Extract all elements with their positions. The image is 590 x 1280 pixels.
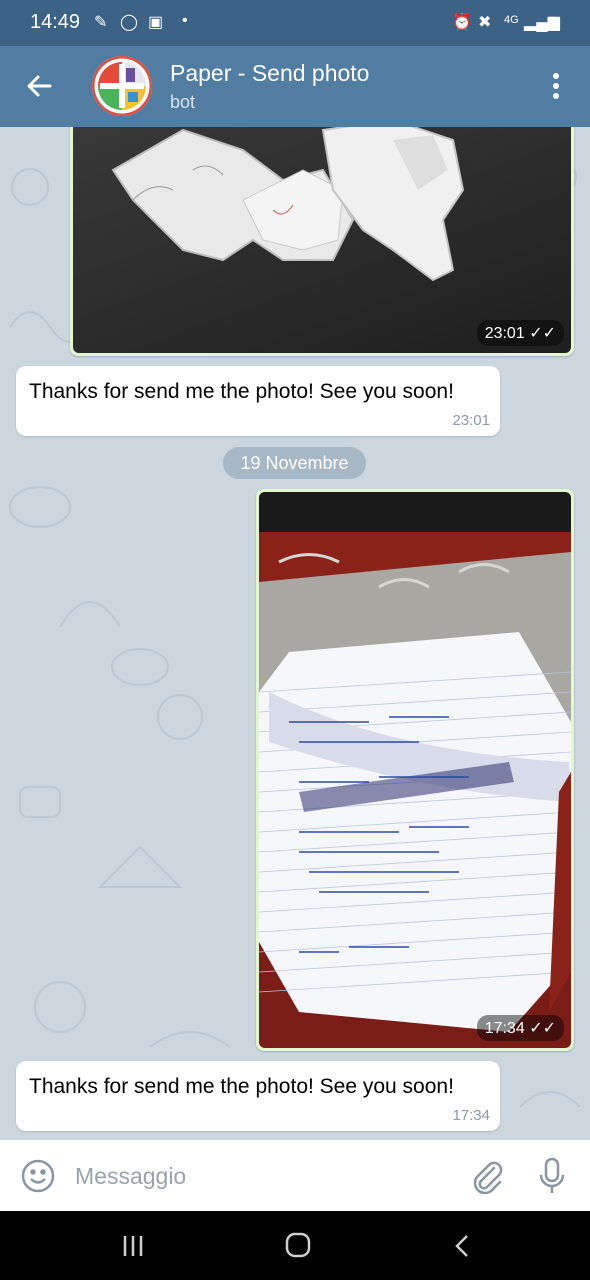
double-check-icon: ✓✓ [529,1020,556,1037]
incoming-message[interactable]: Thanks for send me the photo! See you so… [16,1061,500,1131]
chat-subtitle: bot [170,92,196,112]
home-button[interactable] [282,1229,314,1261]
status-bar: 14:49 ✎ ◯ ▣ • ⏰ ✖ 4G ▂▄▆ ▮ [0,0,590,46]
home-icon [285,1232,311,1258]
signal-hand-icon: ✎ [94,14,108,31]
emoji-button[interactable] [20,1158,56,1194]
message-input[interactable]: Messaggio [75,1163,186,1190]
message-timestamp: 17:34 [452,1107,490,1124]
back-nav-icon [455,1235,468,1257]
whatsapp-icon: ◯ [120,14,138,31]
double-check-icon: ✓✓ [529,325,556,342]
arrow-left-icon [27,75,52,97]
network-4g-icon: 4G [504,14,519,26]
date-separator: 19 Novembre [223,447,366,479]
photo-message[interactable]: 23:01 ✓✓ [70,127,574,356]
chat-area[interactable]: 23:01 ✓✓ Thanks for send me the photo! S… [0,127,590,1140]
nav-back-button[interactable] [448,1231,478,1261]
message-timestamp: 23:01 [452,412,490,429]
incoming-message[interactable]: Thanks for send me the photo! See you so… [16,366,500,436]
recents-icon [123,1236,143,1256]
message-text: Thanks for send me the photo! See you so… [29,1075,454,1098]
back-button[interactable] [22,68,58,104]
attach-button[interactable] [470,1158,504,1194]
bot-avatar[interactable] [92,56,152,116]
mute-icon: ✖ [478,14,492,31]
photo-notes-paper [259,492,571,1048]
more-options-button[interactable] [546,68,566,104]
photo-timestamp: 23:01 ✓✓ [476,320,564,346]
paperclip-icon [473,1161,503,1194]
photo-timestamp: 17:34 ✓✓ [476,1015,564,1041]
bot-logo-icon [92,56,152,116]
message-composer: Messaggio [0,1140,590,1211]
alarm-icon: ⏰ [452,14,472,31]
status-time: 14:49 [30,11,81,33]
voice-record-button[interactable] [537,1156,567,1196]
battery-icon: ▮ [548,14,557,31]
system-nav-bar [0,1211,590,1280]
dot-icon: • [182,12,188,29]
app-bar: Paper - Send photo bot [0,46,590,127]
emoji-icon [21,1159,55,1193]
microphone-icon [539,1157,565,1193]
chat-title[interactable]: Paper - Send photo [170,60,369,87]
recents-button[interactable] [118,1231,148,1261]
gallery-icon: ▣ [148,14,164,31]
more-vertical-icon [553,73,559,99]
message-text: Thanks for send me the photo! See you so… [29,380,454,403]
photo-message[interactable]: 17:34 ✓✓ [256,489,574,1051]
